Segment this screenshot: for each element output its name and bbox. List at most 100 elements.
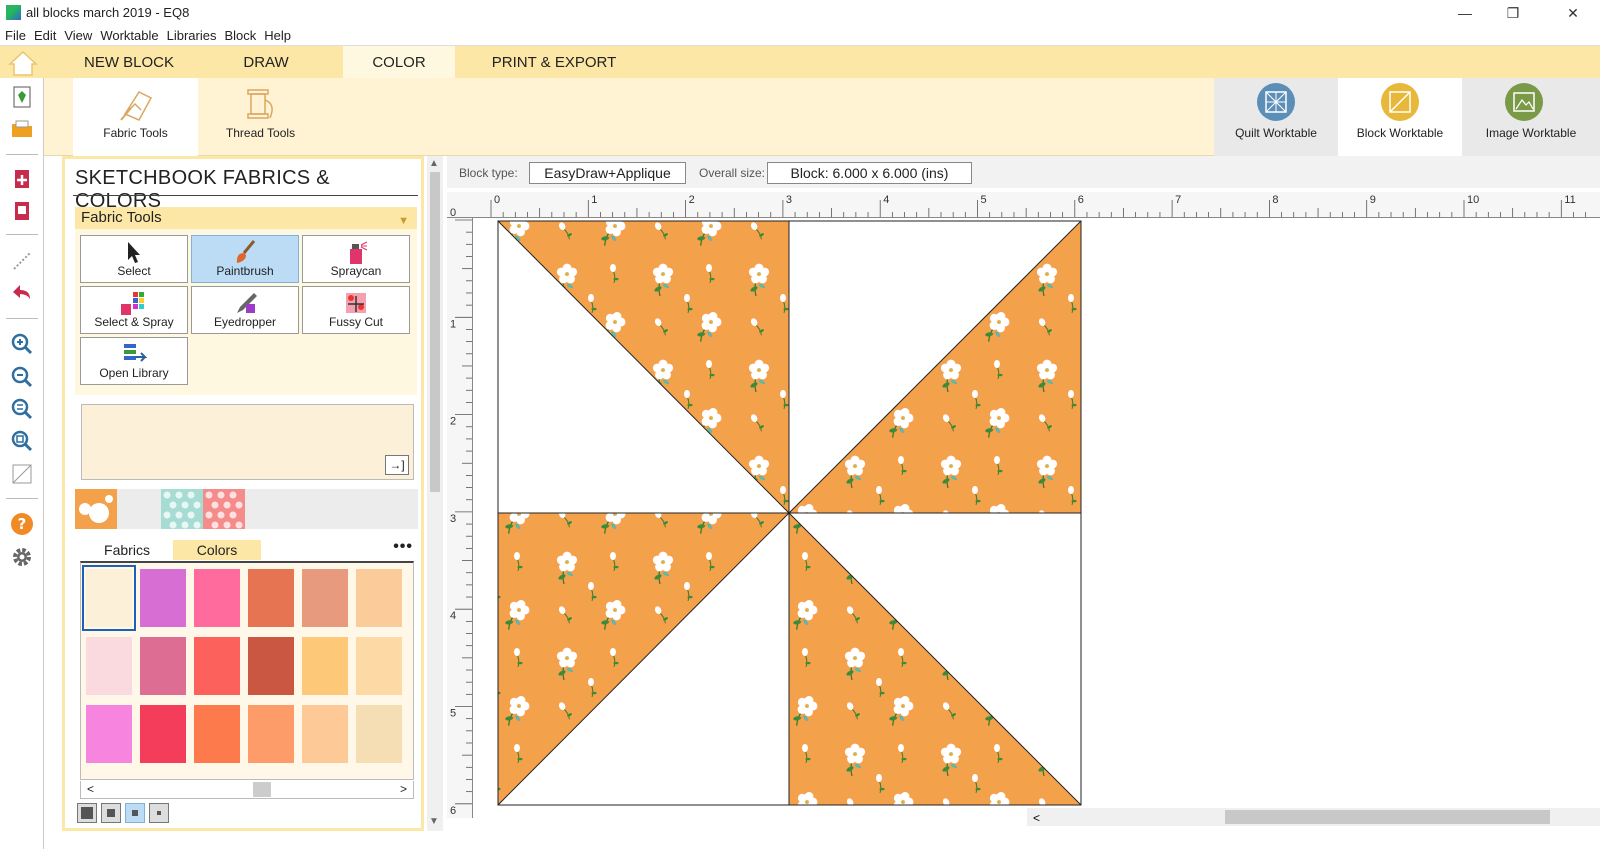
open-library-label: Open Library (99, 366, 169, 380)
color-swatch[interactable] (140, 705, 186, 763)
canvas-scroll-left-icon[interactable]: < (1033, 811, 1040, 825)
add-to-sketchbook-icon[interactable] (9, 166, 35, 192)
thread-spool-icon (247, 89, 273, 119)
recent-fabric-aqua-dots[interactable] (161, 489, 203, 529)
scroll-thumb[interactable] (253, 782, 271, 797)
eyedropper-tool-label: Eyedropper (213, 315, 277, 329)
undo-icon[interactable] (9, 280, 35, 306)
ruler-top-label: 9 (1370, 194, 1376, 206)
scroll-left-arrow-icon[interactable]: < (87, 782, 94, 796)
export-to-block-button[interactable]: →] (385, 455, 409, 475)
library-tabs: Fabrics Colors ••• (81, 538, 415, 560)
color-preview-box: →] (81, 404, 414, 480)
menu-view[interactable]: View (59, 26, 95, 43)
canvas-scroll-thumb[interactable] (1225, 810, 1550, 824)
menu-edit[interactable]: Edit (29, 26, 59, 43)
thread-tools-button[interactable]: Thread Tools (198, 78, 323, 156)
select-tool-button[interactable]: Select (80, 235, 188, 283)
ribbon-panel: Fabric Tools Thread Tools Quilt Worktabl… (0, 78, 1600, 156)
color-swatch[interactable] (86, 705, 132, 763)
ruler-icon[interactable] (9, 248, 35, 274)
home-icon[interactable] (8, 50, 38, 76)
swatch-size-large-button[interactable] (77, 803, 97, 823)
tab-fabrics[interactable]: Fabrics (83, 540, 171, 560)
view-sketchbook-icon[interactable] (9, 198, 35, 224)
color-swatch[interactable] (140, 569, 186, 627)
ruler-top-label: 10 (1467, 194, 1479, 206)
tab-print-export[interactable]: PRINT & EXPORT (480, 46, 628, 78)
new-project-icon[interactable] (9, 84, 35, 110)
tab-new-block[interactable]: NEW BLOCK (70, 46, 188, 78)
color-swatch[interactable] (356, 705, 402, 763)
menu-block[interactable]: Block (219, 26, 259, 43)
color-swatch[interactable] (356, 637, 402, 695)
swatch-size-medium-button[interactable] (101, 803, 121, 823)
zoom-in-icon[interactable] (9, 331, 35, 357)
fabric-tools-button[interactable]: Fabric Tools (73, 78, 198, 156)
menu-libraries[interactable]: Libraries (162, 26, 220, 43)
quilt-worktable-button[interactable]: Quilt Worktable (1214, 78, 1338, 156)
maximize-button[interactable]: ❐ (1490, 2, 1536, 24)
ruler-top-label: 3 (786, 194, 792, 206)
fit-to-worktable-icon[interactable] (9, 396, 35, 422)
open-folder-icon[interactable] (9, 116, 35, 142)
zoom-out-icon[interactable] (9, 364, 35, 390)
color-swatch[interactable] (194, 705, 240, 763)
color-swatch[interactable] (140, 637, 186, 695)
recent-fabrics-strip (75, 489, 418, 529)
select-spray-tool-button[interactable]: Select & Spray (80, 286, 188, 334)
color-swatch[interactable] (302, 569, 348, 627)
fussy-cut-tool-button[interactable]: Fussy Cut (302, 286, 410, 334)
panel-vertical-scrollbar[interactable]: ▲ ▼ (427, 156, 443, 831)
left-toolbar: ? (0, 78, 44, 849)
tab-color[interactable]: COLOR (343, 46, 455, 78)
color-swatch[interactable] (86, 637, 132, 695)
tab-colors[interactable]: Colors (173, 540, 261, 560)
tab-draw[interactable]: DRAW (212, 46, 320, 78)
ruler-left-label: 3 (450, 513, 456, 525)
more-options-icon[interactable]: ••• (393, 538, 413, 556)
color-swatch[interactable] (302, 705, 348, 763)
eyedropper-tool-button[interactable]: Eyedropper (191, 286, 299, 334)
spraycan-tool-button[interactable]: Spraycan (302, 235, 410, 283)
recent-fabric-orange-floral[interactable] (75, 489, 117, 529)
fabric-tools-section-header[interactable]: Fabric Tools ▼ (75, 207, 417, 229)
settings-gear-icon[interactable] (9, 544, 35, 570)
color-swatch[interactable] (82, 565, 136, 631)
select-tool-label: Select (117, 264, 151, 278)
menu-file[interactable]: File (0, 26, 29, 43)
section-title: Fabric Tools (81, 209, 162, 226)
color-swatch[interactable] (248, 637, 294, 695)
image-worktable-button[interactable]: Image Worktable (1462, 78, 1600, 156)
close-button[interactable]: ✕ (1550, 2, 1596, 24)
quilt-worktable-label: Quilt Worktable (1235, 126, 1317, 140)
paintbrush-tool-button[interactable]: Paintbrush (191, 235, 299, 283)
color-swatch[interactable] (248, 569, 294, 627)
block-worktable: Block type: EasyDraw+Applique Overall si… (447, 156, 1600, 849)
color-swatch-grid (80, 561, 414, 780)
menu-worktable[interactable]: Worktable (95, 26, 161, 43)
color-swatch[interactable] (248, 705, 294, 763)
ruler-left-label: 1 (450, 318, 456, 330)
color-swatch[interactable] (194, 637, 240, 695)
help-icon[interactable]: ? (9, 511, 35, 537)
grid-toggle-icon[interactable] (9, 461, 35, 487)
scroll-down-arrow-icon[interactable]: ▼ (429, 816, 439, 827)
recent-fabric-coral-dots[interactable] (203, 489, 245, 529)
scroll-right-arrow-icon[interactable]: > (400, 782, 407, 796)
swatch-size-tiny-button[interactable] (149, 803, 169, 823)
menu-help[interactable]: Help (259, 26, 294, 43)
zoom-to-fit-icon[interactable] (9, 428, 35, 454)
swatch-horizontal-scrollbar[interactable]: < > (80, 781, 414, 799)
color-swatch[interactable] (302, 637, 348, 695)
panel-scroll-thumb[interactable] (430, 172, 440, 492)
scroll-up-arrow-icon[interactable]: ▲ (429, 158, 439, 169)
minimize-button[interactable]: — (1442, 2, 1488, 24)
block-canvas[interactable]: 0 1 2 3 4 5 6 7 8 9 10 11 0 1 2 3 4 5 6 < (447, 156, 1600, 849)
color-swatch[interactable] (194, 569, 240, 627)
block-worktable-button[interactable]: Block Worktable (1338, 78, 1462, 156)
ruler-top-label: 0 (494, 194, 500, 206)
swatch-size-small-button[interactable] (125, 803, 145, 823)
color-swatch[interactable] (356, 569, 402, 627)
open-library-button[interactable]: Open Library (80, 337, 188, 385)
